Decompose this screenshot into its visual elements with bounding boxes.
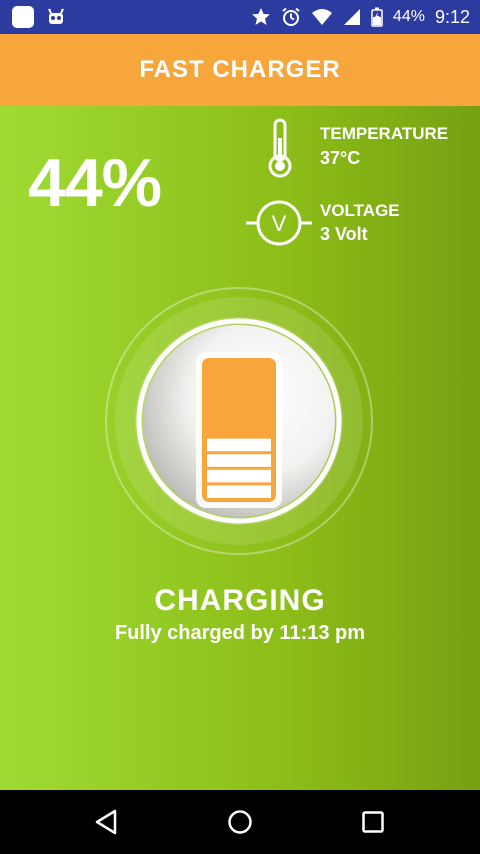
android-robot-icon — [48, 8, 64, 24]
battery-cell — [207, 485, 271, 498]
star-icon — [251, 8, 270, 25]
home-button[interactable] — [200, 790, 280, 854]
battery-icon — [371, 7, 383, 27]
thermometer-icon — [268, 118, 292, 178]
voltmeter-icon: V — [246, 200, 312, 246]
charging-eta-text: Fully charged by 11:13 pm — [114, 622, 366, 644]
wifi-icon — [311, 9, 332, 25]
home-icon — [228, 810, 252, 834]
battery-icon-large — [196, 352, 282, 508]
temperature-label: TEMPERATURE — [320, 124, 449, 143]
app-square-icon — [12, 6, 34, 28]
main-panel: 44% TEMPERATURE 37°C V VOLTAGE 3 Volt CH… — [0, 106, 480, 790]
app-header: FAST CHARGER — [0, 34, 480, 106]
charging-status-title: CHARGING — [154, 584, 326, 617]
navigation-bar — [0, 790, 480, 854]
temperature-value: 37°C — [320, 148, 361, 168]
battery-percent-display: 44% — [28, 145, 162, 221]
alarm-clock-icon — [282, 7, 300, 26]
back-button[interactable] — [66, 790, 146, 854]
charging-battery-graphic — [105, 287, 373, 555]
recents-button[interactable] — [333, 790, 413, 854]
battery-cell — [207, 469, 271, 483]
battery-cell — [207, 438, 271, 452]
status-bar: 44% 9:12 — [0, 0, 480, 34]
battery-cell — [207, 454, 271, 467]
app-title: FAST CHARGER — [139, 56, 341, 83]
signal-icon — [343, 9, 360, 25]
clock-time: 9:12 — [434, 6, 470, 27]
battery-percent-text: 44% — [392, 8, 425, 25]
voltmeter-letter: V — [272, 211, 287, 236]
recents-icon — [362, 811, 384, 833]
voltage-label: VOLTAGE — [320, 201, 400, 220]
voltage-value: 3 Volt — [320, 224, 368, 244]
back-icon — [95, 809, 117, 835]
